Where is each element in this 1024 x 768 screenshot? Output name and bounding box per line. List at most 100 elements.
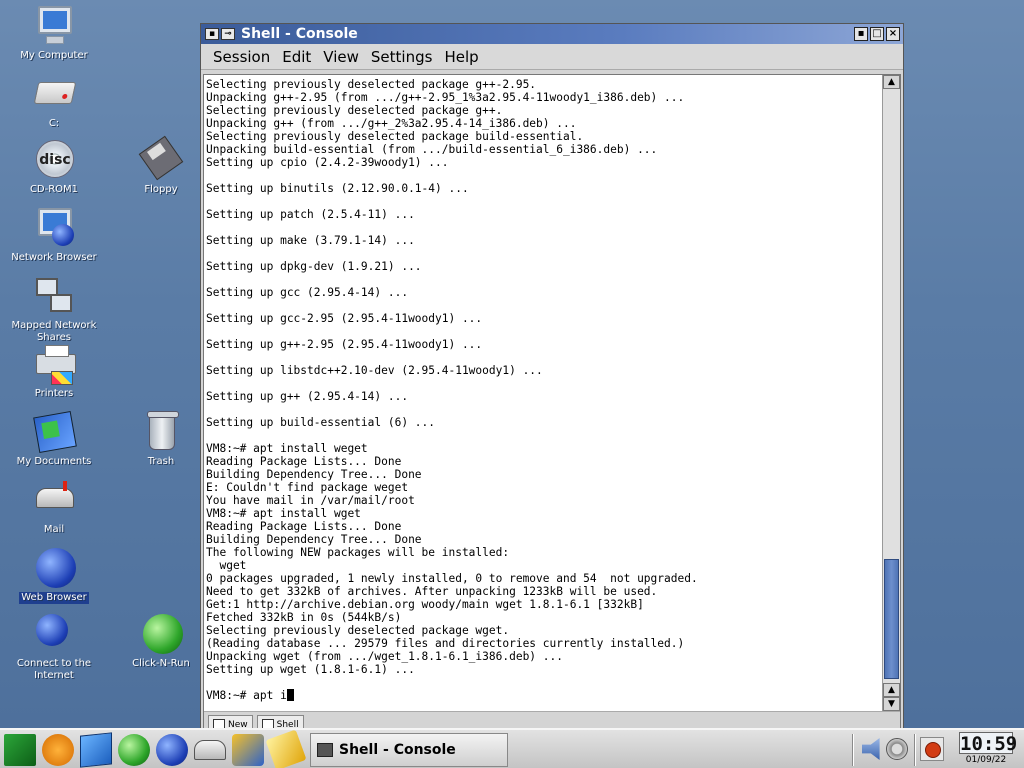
terminal-line: wget [206, 559, 247, 572]
desktop-icon-label: My Computer [20, 50, 88, 61]
shell-console-window: ▪ ⊸ Shell - Console ▪ □ × Session Edit V… [200, 23, 904, 734]
tray-separator [852, 734, 854, 766]
window-titlebar[interactable]: ▪ ⊸ Shell - Console ▪ □ × [201, 24, 903, 44]
terminal-line: Setting up g++-2.95 (2.95.4-11woody1) ..… [206, 338, 483, 351]
minimize-button[interactable]: ▪ [854, 27, 868, 41]
scrollbar-thumb[interactable] [884, 559, 899, 679]
terminal-line: Selecting previously deselected package … [206, 78, 537, 91]
mail-icon[interactable] [194, 740, 226, 760]
runner-icon[interactable] [232, 734, 264, 766]
volume-icon[interactable] [862, 738, 880, 760]
connect-internet-icon [32, 612, 76, 656]
scroll-up-arrow-icon[interactable]: ▲ [883, 75, 900, 89]
terminal-line: VM8:~# apt install wget [206, 507, 361, 520]
terminal-area: Selecting previously deselected package … [203, 74, 901, 734]
web-browser-icon [32, 546, 76, 590]
terminal-line: E: Couldn't find package weget [206, 481, 409, 494]
task-button-label: Shell - Console [339, 742, 456, 758]
close-button[interactable]: × [886, 27, 900, 41]
desktop-icon-c-drive[interactable]: C: [6, 72, 102, 130]
k-menu-icon[interactable] [4, 734, 36, 766]
desktop-icon-my-documents[interactable]: My Documents [6, 410, 102, 468]
desktop-icon-network-browser[interactable]: Network Browser [6, 206, 102, 264]
desktop-icon-my-computer[interactable]: My Computer [6, 4, 102, 62]
terminal-line: Unpacking g++-2.95 (from .../g++-2.95_1%… [206, 91, 685, 104]
terminal-line: Unpacking build-essential (from .../buil… [206, 143, 658, 156]
terminal-line: 0 packages upgraded, 1 newly installed, … [206, 572, 698, 585]
task-button-shell-console[interactable]: Shell - Console [310, 733, 508, 767]
web-browser-icon[interactable] [156, 734, 188, 766]
terminal-prompt-line[interactable]: VM8:~# apt i [206, 689, 882, 702]
terminal-line: Setting up gcc (2.95.4-14) ... [206, 286, 409, 299]
window-menu-icon[interactable]: ▪ [205, 28, 219, 40]
desktop-icon-web-browser[interactable]: Web Browser [6, 546, 102, 604]
click-n-run-icon [139, 612, 183, 656]
terminal-line: Selecting previously deselected package … [206, 104, 503, 117]
pen-icon[interactable] [265, 729, 307, 768]
menu-session[interactable]: Session [207, 48, 276, 66]
menu-bar: Session Edit View Settings Help [201, 44, 903, 70]
desktop-icon-label: Web Browser [19, 592, 89, 604]
terminal-line: Reading Package Lists... Done [206, 520, 402, 533]
terminal-line: Setting up libstdc++2.10-dev (2.95.4-11w… [206, 364, 543, 377]
computer-icon [32, 4, 76, 48]
sticky-pin-icon[interactable]: ⊸ [221, 28, 235, 40]
desktop-icon-printers[interactable]: Printers [6, 342, 102, 400]
tray-separator [914, 734, 916, 766]
desktop-icon-connect-internet[interactable]: Connect to the Internet [6, 612, 102, 682]
desktop-icon-click-n-run[interactable]: Click-N-Run [113, 612, 209, 670]
terminal-line: Setting up build-essential (6) ... [206, 416, 436, 429]
terminal-line: You have mail in /var/mail/root [206, 494, 415, 507]
terminal-line: Building Dependency Tree... Done [206, 533, 422, 546]
terminal-line: (Reading database ... 29579 files and di… [206, 637, 685, 650]
scroll-down-arrow-icon[interactable]: ▼ [883, 697, 900, 711]
terminal-line: Reading Package Lists... Done [206, 455, 402, 468]
desktop-icon-cd-rom[interactable]: disc CD-ROM1 [6, 138, 102, 196]
network-status-icon[interactable] [886, 738, 908, 760]
desktop-icon-label: C: [48, 118, 60, 129]
clock-time: 10:59 [959, 732, 1018, 755]
terminal-line: Unpacking g++ (from .../g++_2%3a2.95.4-1… [206, 117, 577, 130]
printer-icon [32, 342, 76, 386]
terminal-line: Setting up binutils (2.12.90.0.1-4) ... [206, 182, 469, 195]
hard-drive-icon [32, 72, 77, 116]
lifebuoy-icon[interactable] [42, 734, 74, 766]
desktop-icon-label: CD-ROM1 [29, 184, 79, 195]
vertical-scrollbar[interactable]: ▲ ▲ ▼ [882, 75, 900, 711]
menu-help[interactable]: Help [438, 48, 484, 66]
terminal-line: Fetched 332kB in 0s (544kB/s) [206, 611, 402, 624]
terminal-icon [317, 743, 333, 757]
scroll-up-arrow-icon[interactable]: ▲ [883, 683, 900, 697]
desktop-icon-mail[interactable]: Mail [6, 478, 102, 536]
menu-settings[interactable]: Settings [365, 48, 439, 66]
taskbar: Shell - Console 10:59 01/09/22 [0, 728, 1024, 768]
menu-edit[interactable]: Edit [276, 48, 317, 66]
terminal-line: Selecting previously deselected package … [206, 624, 510, 637]
terminal-line: Setting up g++ (2.95.4-14) ... [206, 390, 409, 403]
package-icon[interactable] [80, 732, 112, 768]
terminal-line: Setting up gcc-2.95 (2.95.4-11woody1) ..… [206, 312, 483, 325]
terminal-line: Building Dependency Tree... Done [206, 468, 422, 481]
click-n-run-icon[interactable] [118, 734, 150, 766]
power-icon[interactable] [920, 737, 944, 761]
menu-view[interactable]: View [317, 48, 365, 66]
desktop-icon-trash[interactable]: Trash [113, 410, 209, 468]
terminal-line: Setting up dpkg-dev (1.9.21) ... [206, 260, 422, 273]
documents-icon [32, 410, 77, 454]
terminal-line: The following NEW packages will be insta… [206, 546, 510, 559]
mailbox-icon [32, 478, 76, 522]
maximize-button[interactable]: □ [870, 27, 884, 41]
desktop-icon-floppy[interactable]: Floppy [113, 135, 209, 196]
terminal-line: Setting up make (3.79.1-14) ... [206, 234, 415, 247]
desktop-icon-mapped-network-shares[interactable]: Mapped Network Shares [6, 274, 102, 344]
terminal-line: Need to get 332kB of archives. After unp… [206, 585, 658, 598]
terminal-output[interactable]: Selecting previously deselected package … [204, 75, 882, 711]
desktop-icon-label: Network Browser [11, 252, 97, 263]
clock[interactable]: 10:59 01/09/22 [954, 732, 1018, 768]
